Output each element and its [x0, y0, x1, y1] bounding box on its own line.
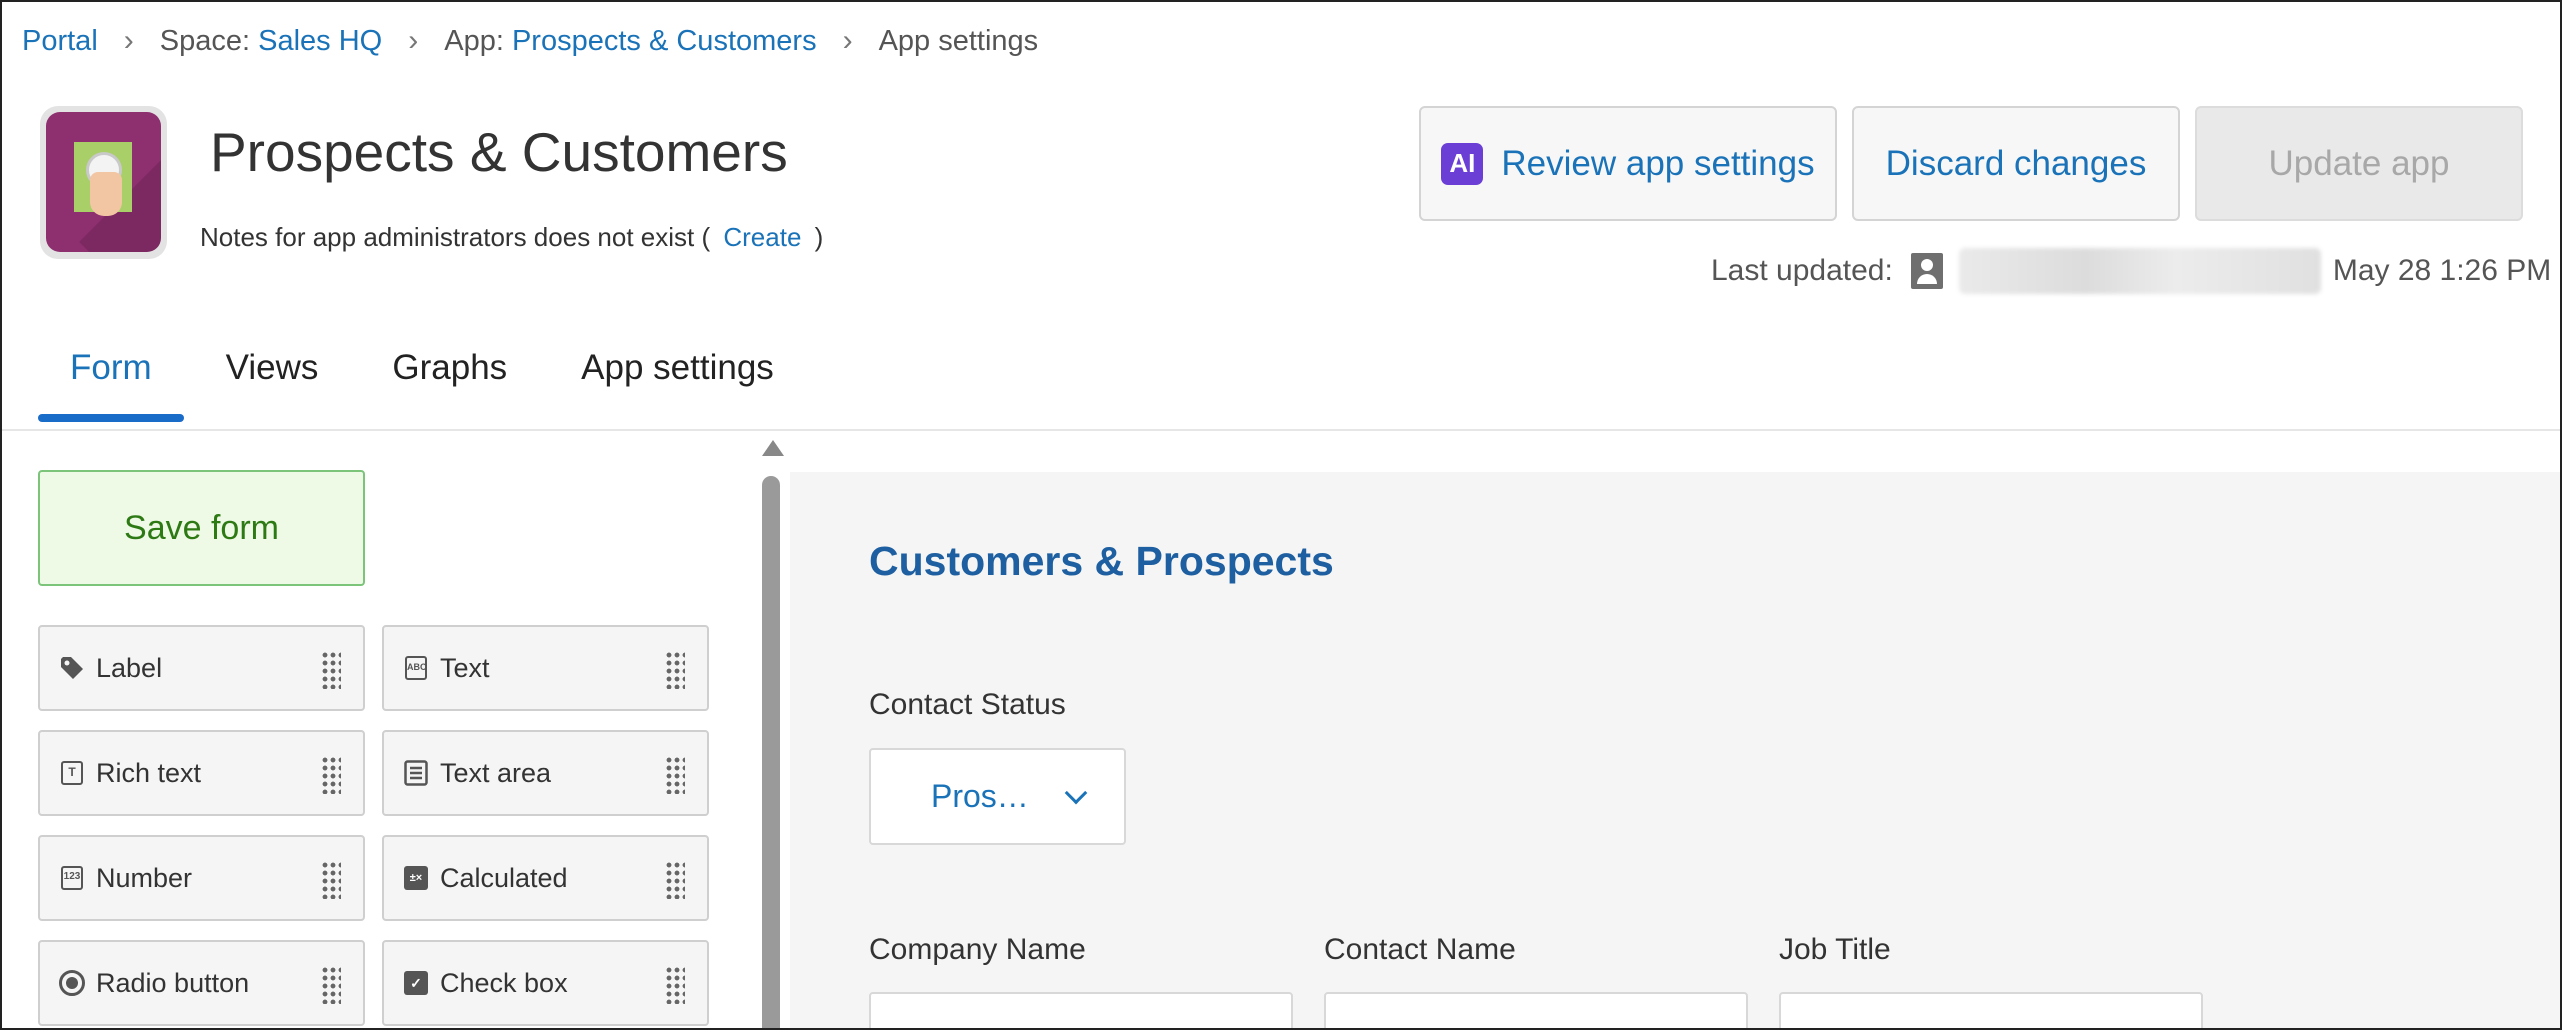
text-abc-icon: ABC: [402, 654, 430, 682]
breadcrumb-space-prefix: Space:: [159, 24, 251, 57]
tag-icon: [58, 654, 86, 682]
job-title-label: Job Title: [1779, 933, 1891, 966]
chevron-right-icon: ›: [408, 24, 419, 57]
drag-handle-icon[interactable]: [321, 651, 341, 689]
admin-notes-text: Notes for app administrators does not ex…: [200, 222, 711, 252]
chevron-down-icon: [1064, 781, 1088, 804]
drag-handle-icon[interactable]: [665, 966, 685, 1004]
drag-handle-icon[interactable]: [321, 861, 341, 899]
palette-field-check-box-label: Check box: [440, 967, 568, 998]
palette-field-rich-text[interactable]: T Rich text: [38, 730, 365, 816]
drag-handle-icon[interactable]: [321, 966, 341, 1004]
redacted-user-name: [1958, 248, 2321, 294]
breadcrumb-portal-link[interactable]: Portal: [22, 25, 98, 58]
contact-name-input[interactable]: [1324, 992, 1748, 1028]
tab-app-settings[interactable]: App settings: [549, 342, 806, 422]
app-settings-window: Portal › Space: Sales HQ › App: Prospect…: [0, 0, 2562, 1030]
palette-field-text-area[interactable]: Text area: [382, 730, 709, 816]
last-updated: Last updated: May 28 1:26 PM: [1711, 248, 2551, 294]
update-app-button[interactable]: Update app: [2195, 106, 2523, 221]
breadcrumb-current: App settings: [878, 24, 1039, 57]
palette-field-text-label: Text: [440, 652, 490, 683]
breadcrumb-app-prefix: App:: [444, 24, 504, 57]
ai-icon: AI: [1441, 142, 1484, 185]
breadcrumb: Portal › Space: Sales HQ › App: Prospect…: [22, 24, 1038, 58]
checkbox-icon: ✓: [402, 969, 430, 997]
palette-field-radio-button-label: Radio button: [96, 967, 250, 998]
app-title: Prospects & Customers: [210, 121, 788, 183]
breadcrumb-space-link[interactable]: Sales HQ: [258, 25, 382, 58]
user-icon: [1910, 253, 1943, 289]
palette-field-calculated-label: Calculated: [440, 862, 568, 893]
hand-icon: [90, 172, 122, 216]
palette-field-check-box[interactable]: ✓ Check box: [382, 940, 709, 1026]
settings-tabs: Form Views Graphs App settings: [38, 342, 806, 422]
last-updated-label: Last updated:: [1711, 254, 1893, 287]
palette-field-radio-button[interactable]: Radio button: [38, 940, 365, 1026]
palette-field-rich-text-label: Rich text: [96, 757, 202, 788]
drag-handle-icon[interactable]: [665, 651, 685, 689]
tab-views[interactable]: Views: [194, 342, 351, 422]
palette-field-label[interactable]: Label: [38, 625, 365, 711]
save-form-button[interactable]: Save form: [38, 470, 365, 586]
rich-text-icon: T: [58, 759, 86, 787]
radio-icon: [58, 969, 86, 997]
palette-field-text-area-label: Text area: [440, 757, 552, 788]
calculator-icon: ±×: [402, 864, 430, 892]
discard-changes-button[interactable]: Discard changes: [1852, 106, 2180, 221]
contact-name-label: Contact Name: [1324, 933, 1516, 966]
last-updated-timestamp: May 28 1:26 PM: [2332, 254, 2552, 287]
review-app-settings-label: Review app settings: [1501, 143, 1815, 183]
contact-status-value: Pros…: [931, 778, 1029, 814]
drag-handle-icon[interactable]: [665, 756, 685, 794]
create-notes-link[interactable]: Create: [723, 222, 801, 252]
drag-handle-icon[interactable]: [321, 756, 341, 794]
scroll-up-arrow-icon[interactable]: [762, 440, 784, 456]
contact-status-dropdown[interactable]: Pros…: [869, 748, 1126, 845]
review-app-settings-button[interactable]: AI Review app settings: [1419, 106, 1837, 221]
contact-status-label: Contact Status: [869, 688, 1066, 721]
drag-handle-icon[interactable]: [665, 861, 685, 899]
chevron-right-icon: ›: [123, 24, 134, 57]
chevron-right-icon: ›: [842, 24, 853, 57]
tab-form[interactable]: Form: [38, 342, 184, 422]
palette-field-text[interactable]: ABC Text: [382, 625, 709, 711]
text-area-icon: [402, 759, 430, 787]
admin-notes-close: ): [814, 222, 824, 252]
app-icon: [40, 106, 167, 259]
company-name-input[interactable]: [869, 992, 1293, 1028]
palette-field-calculated[interactable]: ±× Calculated: [382, 835, 709, 921]
scrollbar-thumb[interactable]: [762, 476, 780, 1028]
palette-field-number[interactable]: 123 Number: [38, 835, 365, 921]
palette-field-number-label: Number: [96, 862, 193, 893]
form-title: Customers & Prospects: [869, 538, 1334, 584]
admin-notes-line: Notes for app administrators does not ex…: [200, 222, 823, 253]
breadcrumb-app-link[interactable]: Prospects & Customers: [512, 25, 817, 58]
number-123-icon: 123: [58, 864, 86, 892]
tab-graphs[interactable]: Graphs: [360, 342, 539, 422]
tabs-divider: [2, 429, 2560, 431]
palette-field-label-text: Label: [96, 652, 163, 683]
company-name-label: Company Name: [869, 933, 1086, 966]
job-title-input[interactable]: [1779, 992, 2203, 1028]
